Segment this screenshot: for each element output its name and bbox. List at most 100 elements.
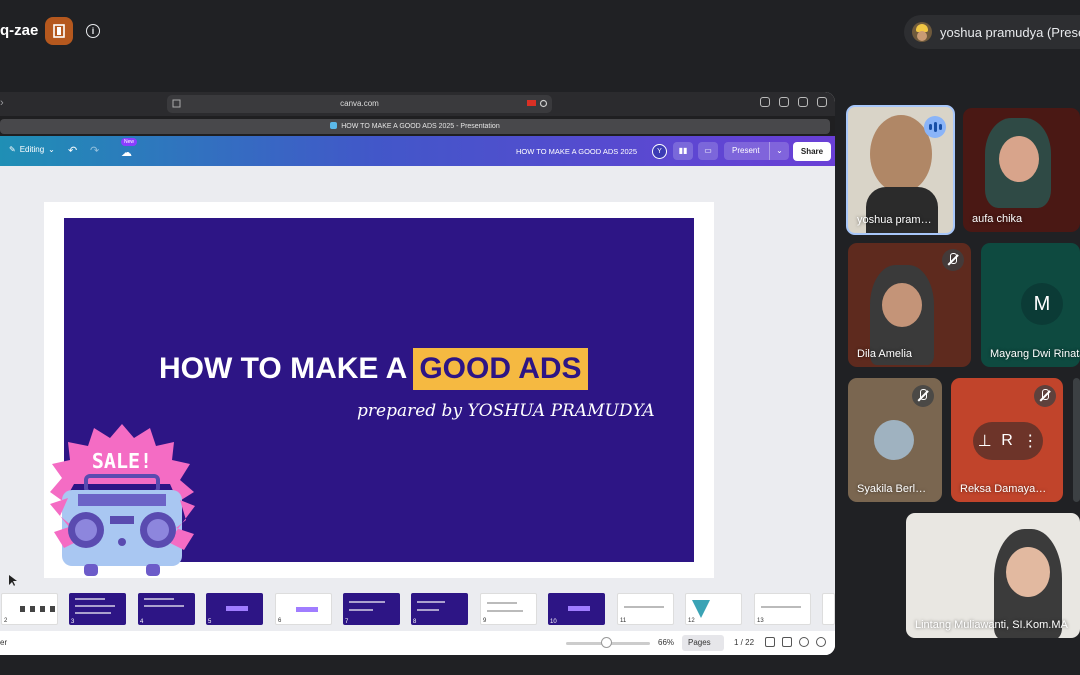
redo-icon[interactable]: ↷	[90, 144, 99, 157]
left-speaker-cone	[75, 519, 97, 541]
participant-name: Syakila Berl…	[857, 483, 927, 495]
new-badge: New	[121, 138, 138, 146]
comment-icon[interactable]: ▭	[698, 142, 718, 160]
right-speaker-cone	[147, 519, 169, 541]
thumbnail-page[interactable]: 8	[411, 593, 468, 625]
page-menu-icon[interactable]	[172, 99, 181, 108]
participant-tile[interactable]: ⊥ R ⋮ Reksa Damaya…	[951, 378, 1063, 502]
editing-label: Editing	[19, 145, 45, 154]
present-label: Present	[732, 146, 760, 155]
thumbnail-page[interactable]: 3	[69, 593, 126, 625]
undo-icon[interactable]: ↶	[68, 144, 77, 157]
chevron-down-icon: ⌄	[48, 145, 55, 154]
thumbnail-page[interactable]: 4	[138, 593, 195, 625]
pin-icon[interactable]: ⊥	[978, 431, 992, 451]
thumbnail-logos	[20, 606, 56, 612]
muted-mic-icon	[942, 249, 964, 271]
tab-title: HOW TO MAKE A GOOD ADS 2025 - Presentati…	[341, 123, 500, 130]
mouse-cursor-icon	[9, 575, 17, 586]
participant-avatar: M	[1021, 283, 1063, 325]
notes-label[interactable]: er	[0, 638, 7, 647]
thumbnail-page[interactable]	[822, 593, 835, 625]
boombox-display	[110, 516, 134, 524]
thumbnail-page[interactable]: 13	[754, 593, 811, 625]
participant-name: aufa chika	[972, 213, 1023, 225]
thumbnail-page[interactable]: 5	[206, 593, 263, 625]
pages-button[interactable]: Pages	[682, 635, 724, 651]
cloud-sync-icon[interactable]: ☁	[121, 146, 132, 159]
thumbnail-page[interactable]: 7	[343, 593, 400, 625]
thumbnail-page[interactable]: 2	[1, 593, 58, 625]
left-foot	[84, 564, 98, 576]
check-icon[interactable]	[799, 637, 809, 647]
more-options-icon[interactable]: ⋮	[1022, 431, 1038, 451]
thumbnail-page[interactable]: 6	[275, 593, 332, 625]
boombox-knob	[118, 538, 126, 546]
participant-tile[interactable]: M Mayang Dwi Rinata	[981, 243, 1080, 367]
participant-video-face	[1006, 547, 1050, 597]
meet-top-bar: q-zae i yoshua pramudya (Presenting)	[0, 0, 1080, 64]
zoom-slider-handle[interactable]	[601, 637, 612, 648]
share-button[interactable]: Share	[793, 142, 831, 161]
grid-view-icon[interactable]	[765, 637, 775, 647]
presenter-avatar	[912, 22, 932, 42]
slide-title-main: HOW TO MAKE A	[159, 352, 408, 385]
participant-hover-controls[interactable]: ⊥ R ⋮	[973, 422, 1043, 460]
url-text: canva.com	[340, 99, 379, 108]
thumbnail-page[interactable]: 12	[685, 593, 742, 625]
participant-avatar: R	[1001, 432, 1013, 449]
participant-video-body	[866, 187, 938, 233]
user-avatar[interactable]: Y	[652, 144, 667, 159]
right-foot	[146, 564, 160, 576]
slide-title[interactable]: HOW TO MAKE A GOOD ADS	[159, 344, 588, 394]
tab-overview-icon[interactable]	[817, 97, 827, 107]
thumbnail-page[interactable]: 11	[617, 593, 674, 625]
back-arrow-icon[interactable]: ›	[0, 97, 12, 111]
participant-tile[interactable]: Syakila Berl…	[848, 378, 942, 502]
participant-tile[interactable]: Lintang Muliawanti, SI.Kom.MA	[906, 513, 1080, 638]
thumbnail-page[interactable]: 9	[480, 593, 537, 625]
screen-share-icon	[527, 100, 536, 106]
participant-tile[interactable]: yoshua pram…	[846, 105, 955, 235]
participant-avatar-photo	[874, 420, 914, 460]
participant-video	[870, 115, 932, 193]
participant-name: yoshua pram…	[857, 214, 932, 226]
help-icon[interactable]	[816, 637, 826, 647]
add-tab-icon[interactable]	[798, 97, 808, 107]
editor-status-bar: er 66% Pages 1 / 22	[0, 631, 835, 655]
participant-tile-overflow[interactable]	[1073, 378, 1080, 502]
participant-name: Reksa Damaya…	[960, 483, 1047, 495]
browser-tab[interactable]: HOW TO MAKE A GOOD ADS 2025 - Presentati…	[0, 119, 830, 134]
reload-icon[interactable]	[539, 99, 548, 108]
participant-tile[interactable]: aufa chika	[963, 108, 1080, 232]
present-button[interactable]: Present ⌄	[724, 142, 789, 160]
thumbnail-page[interactable]: 10	[548, 593, 605, 625]
speaking-indicator-icon	[924, 116, 946, 138]
sale-sticker-text: SALE!	[92, 449, 152, 473]
info-icon[interactable]: i	[86, 24, 100, 38]
fullscreen-icon[interactable]	[782, 637, 792, 647]
door-icon[interactable]	[45, 17, 73, 45]
thumbnail-funnel	[692, 600, 710, 618]
participant-name: Mayang Dwi Rinata	[990, 348, 1080, 360]
url-field[interactable]: canva.com	[167, 95, 552, 113]
muted-mic-icon	[912, 385, 934, 407]
share-sheet-icon[interactable]	[779, 97, 789, 107]
present-options-chevron-icon[interactable]: ⌄	[769, 142, 789, 160]
participant-tile[interactable]: Dila Amelia	[848, 243, 971, 367]
participant-video-face	[999, 136, 1039, 182]
meeting-room-name: q-zae	[0, 22, 39, 39]
document-title[interactable]: HOW TO MAKE A GOOD ADS 2025	[516, 147, 637, 156]
sale-boombox-sticker[interactable]: SALE!	[50, 424, 195, 579]
muted-mic-icon	[1034, 385, 1056, 407]
download-icon[interactable]	[760, 97, 770, 107]
analytics-icon[interactable]: ▮▮	[673, 142, 693, 160]
slide-subtitle[interactable]: prepared by YOSHUA PRAMUDYA	[357, 401, 655, 421]
zoom-level[interactable]: 66%	[658, 638, 674, 647]
page-count: 1 / 22	[734, 638, 755, 647]
slide-page[interactable]: HOW TO MAKE A GOOD ADS prepared by YOSHU…	[44, 202, 714, 578]
participant-name: Lintang Muliawanti, SI.Kom.MA	[915, 619, 1068, 631]
editing-mode-dropdown[interactable]: ✎ Editing ⌄	[9, 145, 55, 154]
presenter-indicator[interactable]: yoshua pramudya (Presenting)	[904, 15, 1080, 49]
page-thumbnail-strip: 2 3 4 5 6 7 8 9 10 11 12 13	[0, 591, 835, 631]
